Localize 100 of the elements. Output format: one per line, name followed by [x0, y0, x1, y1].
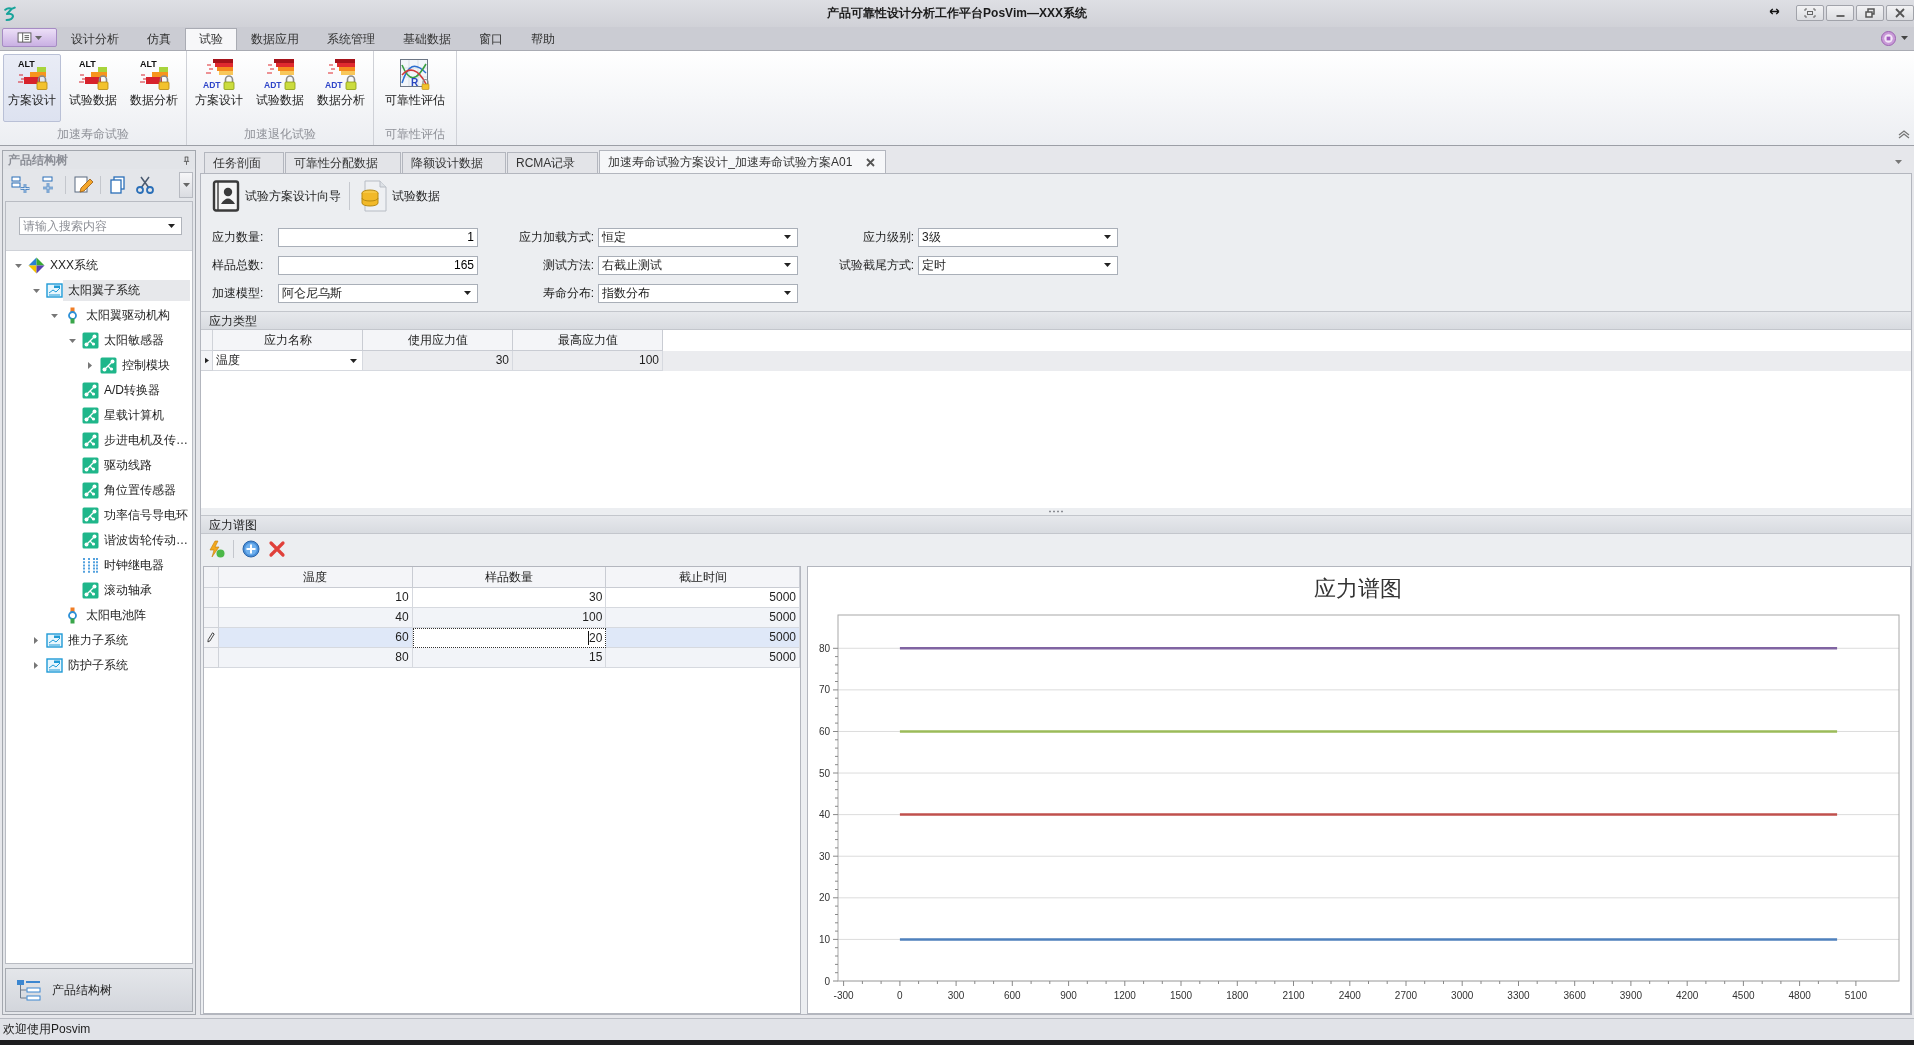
minimize-button[interactable]: [1826, 5, 1854, 21]
app-menu-button[interactable]: [2, 28, 57, 47]
copy-icon[interactable]: [108, 176, 128, 194]
menu-tab[interactable]: 设计分析: [57, 28, 133, 50]
tree-item[interactable]: 太阳翼子系统: [63, 280, 190, 301]
toolbar-button[interactable]: 试验数据: [356, 178, 442, 214]
tree-item[interactable]: 太阳敏感器: [99, 330, 190, 351]
number-field[interactable]: 1: [278, 227, 478, 247]
node-link-icon: [82, 482, 99, 499]
column-header: 样品数量: [412, 567, 607, 588]
tree-item[interactable]: 滚动轴承: [99, 580, 190, 601]
axis-label: 3600: [1563, 990, 1586, 1001]
cut-icon[interactable]: [135, 176, 155, 194]
column-header: 使用应力值: [363, 330, 513, 351]
tree-item[interactable]: 太阳翼驱动机构: [81, 305, 190, 326]
dropdown-field[interactable]: 定时: [918, 255, 1118, 275]
chart-card-icon: [46, 657, 63, 674]
ribbon-button[interactable]: ADT 数据分析: [312, 54, 370, 122]
resize-arrow-icon[interactable]: [1769, 8, 1780, 15]
expanded-arrow-icon[interactable]: [14, 263, 22, 268]
ribbon-button[interactable]: ALT 试验数据: [64, 54, 122, 122]
toolbar-button[interactable]: 试验方案设计向导: [209, 178, 343, 214]
tree-item[interactable]: 步进电机及传…: [99, 430, 190, 451]
tree-item[interactable]: 角位置传感器: [99, 480, 190, 501]
tree-item[interactable]: 谐波齿轮传动…: [99, 530, 190, 551]
document-tab[interactable]: 任务剖面: [204, 152, 284, 173]
chart-card-icon: [46, 632, 63, 649]
fullscreen-button[interactable]: [1796, 5, 1824, 21]
axis-label: 1500: [1169, 990, 1193, 1001]
tree-item[interactable]: 功率信号导电环: [99, 505, 190, 526]
restore-button[interactable]: [1856, 5, 1884, 21]
axis-label: 4800: [1788, 990, 1811, 1001]
axis-label: 30: [818, 850, 830, 862]
toolbar-overflow-button[interactable]: [179, 172, 193, 198]
dropdown-field[interactable]: 阿仑尼乌斯: [278, 283, 478, 303]
table-row[interactable]: 40 100 5000: [204, 608, 800, 628]
pin-icon[interactable]: [183, 155, 190, 165]
node-plus-icon[interactable]: [11, 176, 31, 194]
ring-icon[interactable]: [1881, 31, 1896, 46]
document-tab[interactable]: 可靠性分配数据: [285, 152, 401, 173]
tree-item[interactable]: XXX系统: [45, 255, 190, 276]
close-button[interactable]: [1886, 5, 1914, 21]
tree-item[interactable]: 防护子系统: [63, 655, 190, 676]
table-row[interactable]: 60 20 5000: [204, 628, 800, 648]
collapsed-arrow-icon[interactable]: [34, 637, 38, 644]
menu-tab[interactable]: 仿真: [133, 28, 185, 50]
caret-icon[interactable]: [1901, 36, 1908, 40]
axis-label: 2400: [1338, 990, 1361, 1001]
dropdown-field[interactable]: 3级: [918, 227, 1118, 247]
ribbon-button[interactable]: R 可靠性评估: [377, 54, 453, 122]
section-header: 应力类型: [201, 311, 1911, 330]
window-title: 产品可靠性设计分析工作平台PosVim—XXX系统: [827, 5, 1087, 22]
tree-item[interactable]: 控制模块: [117, 355, 190, 376]
ribbon-button[interactable]: ALT 方案设计: [3, 54, 61, 122]
dropdown-field[interactable]: 恒定: [598, 227, 798, 247]
collapsed-arrow-icon[interactable]: [88, 362, 92, 369]
edit-icon[interactable]: [73, 176, 93, 194]
ribbon-button[interactable]: ADT 试验数据: [251, 54, 309, 122]
tree-item[interactable]: 太阳电池阵: [81, 605, 190, 626]
axis-label: 2100: [1282, 990, 1305, 1001]
menu-tab[interactable]: 帮助: [517, 28, 569, 50]
menu-tab[interactable]: 基础数据: [389, 28, 465, 50]
search-field[interactable]: 请输入搜索内容: [19, 217, 182, 235]
tree-item[interactable]: 时钟继电器: [99, 555, 190, 576]
expanded-arrow-icon[interactable]: [32, 288, 40, 293]
cell-editor[interactable]: 20: [412, 628, 607, 648]
number-field[interactable]: 165: [278, 255, 478, 275]
tree-item[interactable]: 驱动线路: [99, 455, 190, 476]
dropdown-cell-editor[interactable]: 温度: [213, 351, 363, 371]
menu-tab[interactable]: 试验: [185, 28, 237, 50]
document-tab[interactable]: RCMA记录: [507, 152, 599, 173]
axis-label: 1200: [1113, 990, 1136, 1001]
collapsed-arrow-icon[interactable]: [34, 662, 38, 669]
nav-button[interactable]: 产品结构树: [5, 968, 193, 1012]
delete-icon[interactable]: [268, 540, 286, 558]
document-tab[interactable]: 加速寿命试验方案设计_加速寿命试验方案A01: [599, 150, 887, 173]
expanded-arrow-icon[interactable]: [50, 313, 58, 318]
tree-item[interactable]: A/D转换器: [99, 380, 190, 401]
axis-label: 600: [1004, 990, 1021, 1001]
chart-card-icon: [46, 282, 63, 299]
ribbon-button[interactable]: ALT 数据分析: [125, 54, 183, 122]
dropdown-field[interactable]: 指数分布: [598, 283, 798, 303]
grip-icon[interactable]: [1048, 510, 1064, 513]
dropdown-caret-icon: [784, 235, 791, 239]
chevron-up-icon[interactable]: [1898, 129, 1910, 139]
tree-item[interactable]: 推力子系统: [63, 630, 190, 651]
ribbon-button[interactable]: ADT 方案设计: [190, 54, 248, 122]
tree-item[interactable]: 星载计算机: [99, 405, 190, 426]
menu-tab[interactable]: 数据应用: [237, 28, 313, 50]
menu-tab[interactable]: 窗口: [465, 28, 517, 50]
table-row[interactable]: 温度 30 100: [201, 351, 1911, 371]
dropdown-field[interactable]: 右截止测试: [598, 255, 798, 275]
document-tab[interactable]: 降额设计数据: [402, 152, 506, 173]
caret-icon[interactable]: [1895, 160, 1902, 164]
expanded-arrow-icon[interactable]: [68, 338, 76, 343]
field-label: 试验截尾方式:: [837, 256, 915, 274]
menu-tab[interactable]: 系统管理: [313, 28, 389, 50]
close-icon[interactable]: [866, 157, 876, 167]
table-row[interactable]: 80 15 5000: [204, 648, 800, 668]
add-icon[interactable]: [242, 540, 260, 558]
